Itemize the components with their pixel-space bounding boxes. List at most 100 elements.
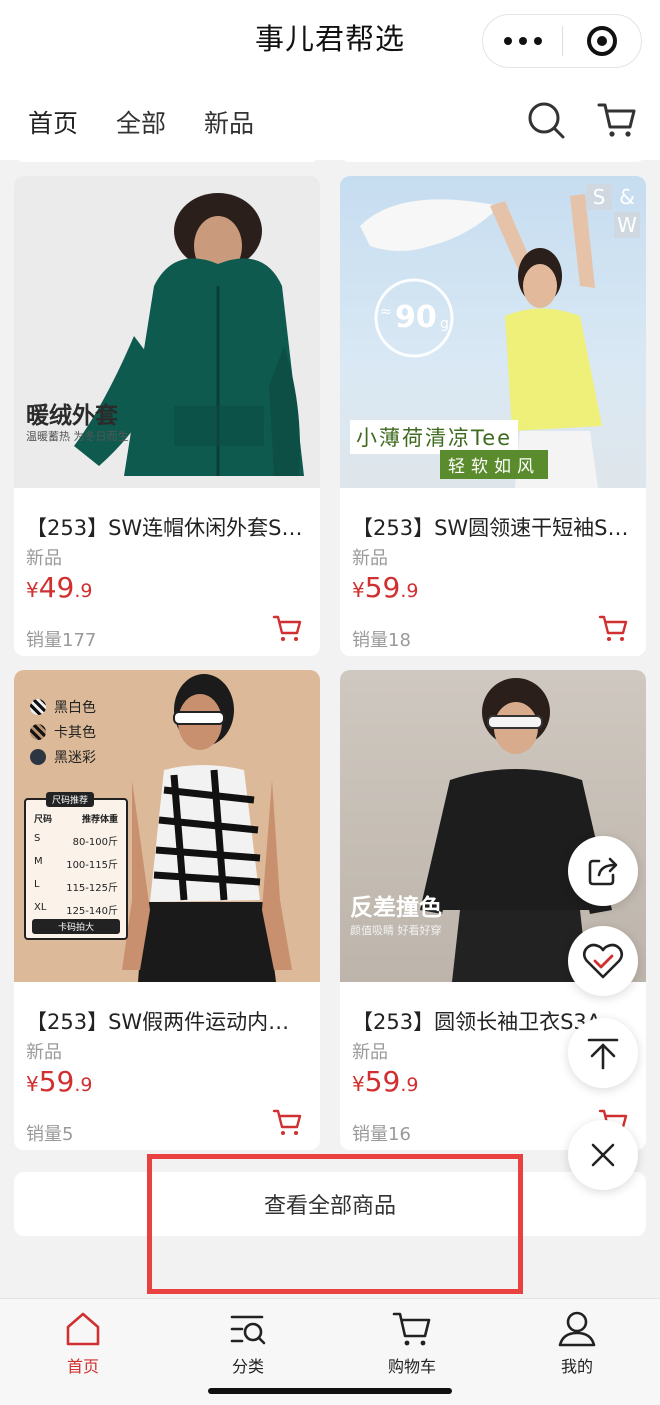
currency-symbol: ¥ <box>26 1072 39 1096</box>
size-cell: 125-140斤 <box>66 906 118 917</box>
favorite-button[interactable] <box>568 926 638 996</box>
tab-new[interactable]: 新品 <box>204 104 254 156</box>
price-decimal: .9 <box>74 1074 93 1096</box>
weight-value: 90 <box>395 300 437 335</box>
home-icon <box>66 1312 100 1346</box>
price-integer: 59 <box>38 1065 75 1098</box>
heart-check-icon <box>582 943 624 979</box>
product-sales: 销量18 <box>352 630 411 651</box>
image-headline: 反差撞色 <box>350 895 442 921</box>
share-button[interactable] <box>568 836 638 906</box>
size-cell: S <box>34 833 41 844</box>
product-sales: 销量16 <box>352 1124 411 1145</box>
more-menu-button[interactable] <box>483 15 562 67</box>
product-card[interactable]: 黑白色 卡其色 黑迷彩 尺码推荐 尺码 推荐体重 S 80-100斤 M 100-11… <box>14 670 320 1150</box>
add-to-cart-icon[interactable] <box>272 1107 302 1137</box>
cart-icon <box>392 1312 431 1346</box>
search-icon[interactable] <box>526 100 566 140</box>
currency-symbol: ¥ <box>352 578 365 602</box>
image-subline: 温暖蓄热 为冬日而生 <box>26 430 129 443</box>
color-label: 黑迷彩 <box>54 749 96 766</box>
color-option: 卡其色 <box>30 719 96 744</box>
previous-card-edge <box>340 152 646 162</box>
nav-home[interactable]: 首页 <box>28 1309 138 1377</box>
size-row: L 115-125斤 <box>26 875 126 898</box>
nav-label: 分类 <box>231 1357 264 1376</box>
previous-card-edge <box>14 152 320 162</box>
tab-bar: 首页 全部 新品 <box>28 104 254 156</box>
size-cell: 115-125斤 <box>66 883 118 894</box>
more-dots-icon <box>503 37 512 45</box>
product-name: 【253】SW圆领速干短袖S… <box>352 516 629 540</box>
nav-label: 首页 <box>66 1357 99 1376</box>
size-head: 推荐体重 <box>81 815 118 825</box>
product-tag: 新品 <box>352 1042 388 1063</box>
product-image: 暖绒外套 温暖蓄热 为冬日而生 <box>14 176 320 488</box>
add-to-cart-icon[interactable] <box>272 613 302 643</box>
size-chart-title: 尺码推荐 <box>46 792 95 807</box>
product-card[interactable]: 暖绒外套 温暖蓄热 为冬日而生 【253】SW连帽休闲外套S… 新品 ¥49.9… <box>14 176 320 656</box>
product-price: ¥49.9 <box>26 571 93 604</box>
product-price: ¥59.9 <box>352 571 419 604</box>
weight-prefix: ≈ <box>380 304 392 320</box>
top-bar: 事儿君帮选 首页 全部 新品 <box>0 0 660 160</box>
nav-label: 购物车 <box>387 1357 436 1376</box>
back-to-top-button[interactable] <box>568 1018 638 1088</box>
product-name: 【253】SW连帽休闲外套S… <box>26 516 303 540</box>
size-head: 尺码 <box>34 815 53 825</box>
brand-logo-amp: & <box>619 185 635 209</box>
product-card[interactable]: S & W ≈ 90 g 小薄荷清凉Tee 轻软如风 【253】SW圆领速干短袖… <box>340 176 646 656</box>
cart-icon[interactable] <box>597 100 637 140</box>
price-integer: 59 <box>364 1065 401 1098</box>
currency-symbol: ¥ <box>26 578 39 602</box>
brand-logo-w: W <box>614 212 640 238</box>
share-icon <box>588 857 618 886</box>
size-row: XL 125-140斤 <box>26 898 126 921</box>
product-name: 【253】SW假两件运动内… <box>26 1010 290 1034</box>
size-cell: M <box>34 856 43 867</box>
product-sales: 销量177 <box>26 630 97 651</box>
home-indicator[interactable] <box>208 1388 452 1394</box>
image-subline: 轻软如风 <box>440 450 548 479</box>
tab-all[interactable]: 全部 <box>116 104 166 156</box>
price-decimal: .9 <box>74 580 93 602</box>
nav-label: 我的 <box>560 1357 593 1376</box>
price-integer: 49 <box>38 571 75 604</box>
nav-profile[interactable]: 我的 <box>522 1309 632 1377</box>
more-dot <box>518 37 527 45</box>
size-row: S 80-100斤 <box>26 829 126 852</box>
product-tag: 新品 <box>352 548 388 569</box>
brand-logo-s: S <box>586 184 612 210</box>
price-integer: 59 <box>364 571 401 604</box>
highlight-annotation-box <box>147 1154 523 1294</box>
mini-program-capsule <box>482 14 642 68</box>
tab-home[interactable]: 首页 <box>28 104 79 156</box>
color-label: 卡其色 <box>54 724 96 741</box>
product-tag: 新品 <box>26 1042 62 1063</box>
product-image: S & W ≈ 90 g 小薄荷清凉Tee 轻软如风 <box>340 176 646 488</box>
price-decimal: .9 <box>400 1074 419 1096</box>
weight-unit: g <box>440 316 449 332</box>
color-label: 黑白色 <box>54 699 96 716</box>
arrow-up-icon <box>587 1038 619 1070</box>
product-price: ¥59.9 <box>352 1065 419 1098</box>
add-to-cart-icon[interactable] <box>598 613 628 643</box>
more-dot <box>533 37 542 45</box>
color-swatches: 黑白色 卡其色 黑迷彩 <box>30 694 96 769</box>
nav-category[interactable]: 分类 <box>193 1309 303 1377</box>
image-headline: 小薄荷清凉Tee <box>350 420 519 454</box>
size-cell: XL <box>34 902 47 913</box>
image-subline: 颜值吸睛 好看好穿 <box>350 924 442 937</box>
profile-icon <box>558 1311 596 1347</box>
target-icon <box>586 26 617 56</box>
size-cell: L <box>34 879 40 890</box>
close-mini-program-button[interactable] <box>563 15 641 67</box>
size-row: M 100-115斤 <box>26 852 126 875</box>
product-image: 黑白色 卡其色 黑迷彩 尺码推荐 尺码 推荐体重 S 80-100斤 M 100-11… <box>14 670 320 982</box>
close-float-menu-button[interactable] <box>568 1120 638 1190</box>
category-icon <box>230 1315 266 1345</box>
size-cell: 80-100斤 <box>72 837 118 848</box>
size-chart-footer: 卡码拍大 <box>32 919 120 934</box>
price-decimal: .9 <box>400 580 419 602</box>
nav-cart[interactable]: 购物车 <box>357 1309 467 1377</box>
